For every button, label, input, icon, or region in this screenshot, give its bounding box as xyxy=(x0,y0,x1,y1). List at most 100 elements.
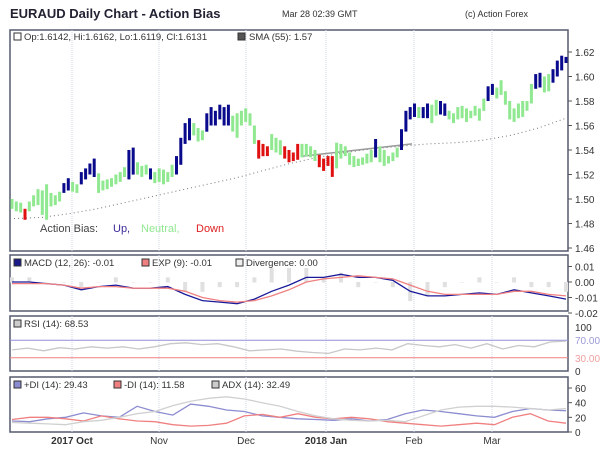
price-bar xyxy=(495,87,499,99)
divergence-bar xyxy=(477,277,482,283)
price-bar xyxy=(179,137,183,165)
price-bar xyxy=(261,143,265,157)
sma-legend: SMA (55): 1.57 xyxy=(249,32,312,43)
price-bar xyxy=(97,173,101,193)
price-bar xyxy=(330,156,334,177)
y-tick-label: 1.62 xyxy=(575,48,595,59)
macd-tick-label: 0.00 xyxy=(575,278,595,289)
price-bar xyxy=(252,125,256,144)
divergence-bar xyxy=(44,282,49,283)
price-bar xyxy=(62,183,66,193)
x-tick-label: Dec xyxy=(237,436,255,447)
divergence-bar xyxy=(321,277,326,283)
price-bar xyxy=(175,156,178,175)
price-bar xyxy=(14,201,18,212)
minus-di-legend-swatch xyxy=(113,380,122,389)
divergence-bar xyxy=(460,282,465,283)
price-bar xyxy=(443,103,447,116)
price-bar xyxy=(317,154,321,168)
price-bar xyxy=(339,143,343,159)
rsi-tick-label: 0 xyxy=(575,367,581,378)
price-bar xyxy=(127,150,131,180)
price-bar xyxy=(40,190,44,215)
price-bar xyxy=(192,123,196,136)
price-bar xyxy=(71,181,75,192)
price-bar xyxy=(378,146,382,163)
price-bar xyxy=(564,56,568,63)
price-bar xyxy=(226,104,230,126)
dmi-tick-label: 40 xyxy=(575,399,587,410)
price-bar xyxy=(503,91,507,105)
divergence-bar xyxy=(512,277,517,283)
divergence-bar xyxy=(113,277,118,283)
macd-tick-label: -0.01 xyxy=(575,294,598,305)
price-bar xyxy=(469,110,473,119)
price-bar xyxy=(512,108,516,122)
price-bar xyxy=(400,129,403,150)
price-bar xyxy=(361,157,365,165)
divergence-bar xyxy=(79,282,84,288)
x-tick-label: 2017 Oct xyxy=(51,436,93,447)
exp-legend-swatch xyxy=(141,258,150,267)
price-bar xyxy=(110,178,113,187)
price-bar xyxy=(555,60,559,77)
price-bar xyxy=(218,104,222,120)
copyright: (c) Action Forex xyxy=(465,9,529,19)
divergence-bar xyxy=(131,282,136,283)
price-bar xyxy=(326,156,330,166)
x-tick-label: Nov xyxy=(150,436,168,447)
price-bar xyxy=(551,69,555,83)
price-bar xyxy=(309,146,313,158)
price-bar xyxy=(200,130,204,141)
price-bar xyxy=(365,153,369,164)
price-bar xyxy=(157,168,161,182)
divergence-bar xyxy=(494,282,499,283)
price-bar xyxy=(538,72,542,88)
price-bar xyxy=(105,179,109,190)
price-bar xyxy=(53,195,57,206)
rsi-panel xyxy=(9,315,569,372)
price-bar xyxy=(153,172,157,184)
price-bar xyxy=(499,80,503,95)
divergence-bar xyxy=(61,282,66,283)
y-tick-label: 1.54 xyxy=(575,146,595,157)
price-bar xyxy=(356,158,360,166)
price-bar xyxy=(58,191,62,202)
price-bar xyxy=(404,110,408,132)
sma-legend-swatch xyxy=(237,32,246,41)
exp-legend: EXP (9): -0.01 xyxy=(152,258,212,269)
price-bar xyxy=(244,108,248,122)
macd-tick-label: 0.01 xyxy=(575,263,595,274)
rsi-tick-label: 100 xyxy=(575,323,592,334)
divergence-bar xyxy=(304,268,309,283)
price-bar xyxy=(460,105,464,119)
divergence-bar xyxy=(425,282,430,297)
dmi-tick-label: 0 xyxy=(575,428,581,439)
price-bar xyxy=(430,104,434,124)
price-bar xyxy=(304,143,308,157)
divergence-bar xyxy=(390,282,395,288)
price-bar xyxy=(231,115,235,132)
price-bar xyxy=(270,134,274,150)
dmi-tick-label: 20 xyxy=(575,413,587,424)
adx-legend-swatch xyxy=(211,380,220,389)
price-bar xyxy=(456,107,460,120)
bias-legend-up: Up, xyxy=(113,223,130,235)
price-bar xyxy=(278,140,282,155)
divergence-bar xyxy=(529,282,534,288)
divergence-bar xyxy=(269,268,274,283)
divergence-bar xyxy=(287,268,291,283)
macd-legend-swatch xyxy=(13,258,22,267)
dmi-tick-label: 60 xyxy=(575,384,587,395)
price-bar xyxy=(265,146,269,157)
y-tick-label: 1.48 xyxy=(575,220,595,231)
price-bar xyxy=(36,189,40,206)
price-panel xyxy=(9,29,569,252)
price-bar xyxy=(149,168,152,180)
price-bar xyxy=(452,113,455,124)
ohlc-readout: Op:1.6142, Hi:1.6162, Lo:1.6119, Cl:1.61… xyxy=(24,32,207,43)
price-bar xyxy=(84,168,88,180)
plus-di-legend: +DI (14): 29.43 xyxy=(24,380,88,391)
price-bar xyxy=(521,101,525,117)
price-bar xyxy=(465,108,468,122)
